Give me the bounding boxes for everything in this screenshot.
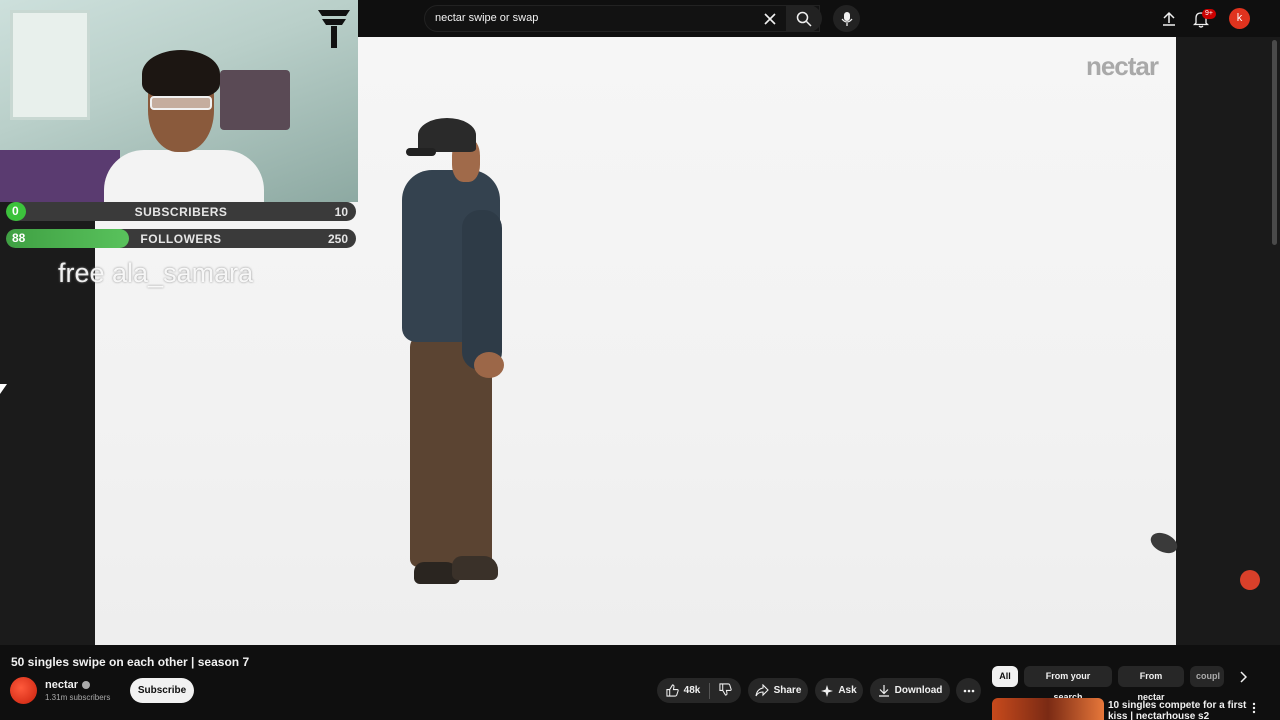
create-button[interactable] xyxy=(1158,8,1180,30)
sparkle-icon xyxy=(821,684,834,697)
ask-label: Ask xyxy=(838,685,857,696)
channel-name-text[interactable]: nectar xyxy=(45,679,78,691)
followers-goal: 250 xyxy=(327,232,348,246)
share-button[interactable]: Share xyxy=(748,678,808,703)
webcam-person-glasses xyxy=(150,96,212,110)
like-count: 48k xyxy=(683,685,701,696)
webcam-shelf xyxy=(220,70,290,130)
webcam-window xyxy=(10,10,90,120)
scrollbar-thumb[interactable] xyxy=(1272,40,1277,245)
notification-badge: 9+ xyxy=(1202,9,1216,19)
verified-icon xyxy=(82,681,91,690)
floating-extension-icon[interactable] xyxy=(1240,570,1260,590)
streamer-logo xyxy=(318,10,350,48)
video-title: 50 singles swipe on each other | season … xyxy=(11,655,250,669)
share-icon xyxy=(755,684,769,697)
voice-search-button[interactable] xyxy=(833,5,860,32)
channel-name[interactable]: nectar xyxy=(45,679,91,691)
recommendation-title[interactable]: 10 singles compete for a first kiss | ne… xyxy=(1108,700,1248,720)
more-horizontal-icon xyxy=(963,689,974,692)
subscribe-button[interactable]: Subscribe xyxy=(130,678,194,703)
account-avatar[interactable]: k xyxy=(1229,8,1250,29)
chip-from-your-search[interactable]: From your search xyxy=(1024,666,1112,702)
chip-couples[interactable]: coupl xyxy=(1190,666,1224,687)
like-divider xyxy=(709,682,711,699)
channel-avatar[interactable] xyxy=(10,677,37,704)
chip-from-nectar[interactable]: From nectar xyxy=(1118,666,1184,702)
video-watermark: nectar xyxy=(1085,51,1159,81)
clear-search-button[interactable] xyxy=(760,9,780,29)
streamer-webcam xyxy=(0,0,358,202)
followers-label: FOLLOWERS xyxy=(140,232,222,246)
subscribers-goal-bar: 0 SUBSCRIBERS 10 xyxy=(6,202,356,221)
right-panel xyxy=(1176,37,1280,645)
mouse-cursor xyxy=(0,384,7,394)
like-dislike-group: 48k xyxy=(657,678,741,703)
video-person-cap xyxy=(418,118,476,152)
more-actions-button[interactable] xyxy=(956,678,981,703)
chevron-right-icon xyxy=(1240,670,1247,683)
stream-caption: free ala_samara xyxy=(58,258,254,288)
chips-next-button[interactable] xyxy=(1232,666,1254,687)
subscribers-label: SUBSCRIBERS xyxy=(134,205,228,219)
thumbs-up-icon xyxy=(666,684,679,697)
like-button[interactable]: 48k xyxy=(666,684,701,697)
dislike-button[interactable] xyxy=(719,682,733,699)
download-icon xyxy=(878,685,889,697)
video-person-hand xyxy=(474,352,504,378)
webcam-person-body xyxy=(104,150,264,202)
share-label: Share xyxy=(773,685,802,696)
download-label: Download xyxy=(894,685,943,696)
ask-button[interactable]: Ask xyxy=(815,678,863,703)
search-input[interactable]: nectar swipe or swap xyxy=(435,12,538,24)
more-vertical-icon xyxy=(1252,702,1256,714)
recommendation-thumbnail[interactable] xyxy=(992,698,1104,720)
youtube-watch-page: nectar swipe or swap 9+ k nectar 0 SUBSC… xyxy=(0,0,1280,720)
thumbs-down-icon xyxy=(719,682,733,696)
subscribers-goal: 10 xyxy=(334,205,348,219)
search-icon xyxy=(796,11,812,27)
video-person-arm xyxy=(462,210,502,370)
search-button[interactable] xyxy=(786,5,822,32)
video-person-cap-brim xyxy=(406,148,436,156)
webcam-person-hair xyxy=(142,50,220,98)
upload-icon xyxy=(1163,11,1175,26)
followers-goal-bar: 88 FOLLOWERS 250 xyxy=(6,229,356,248)
mic-icon xyxy=(841,11,852,26)
webcam-bed xyxy=(0,150,120,202)
close-icon xyxy=(764,13,776,25)
channel-subscriber-count: 1.31m subscribers xyxy=(45,693,111,702)
recommendation-menu-button[interactable] xyxy=(1248,700,1260,716)
download-button[interactable]: Download xyxy=(870,678,950,703)
video-person-shoe xyxy=(452,556,498,580)
chip-all[interactable]: All xyxy=(992,666,1018,687)
